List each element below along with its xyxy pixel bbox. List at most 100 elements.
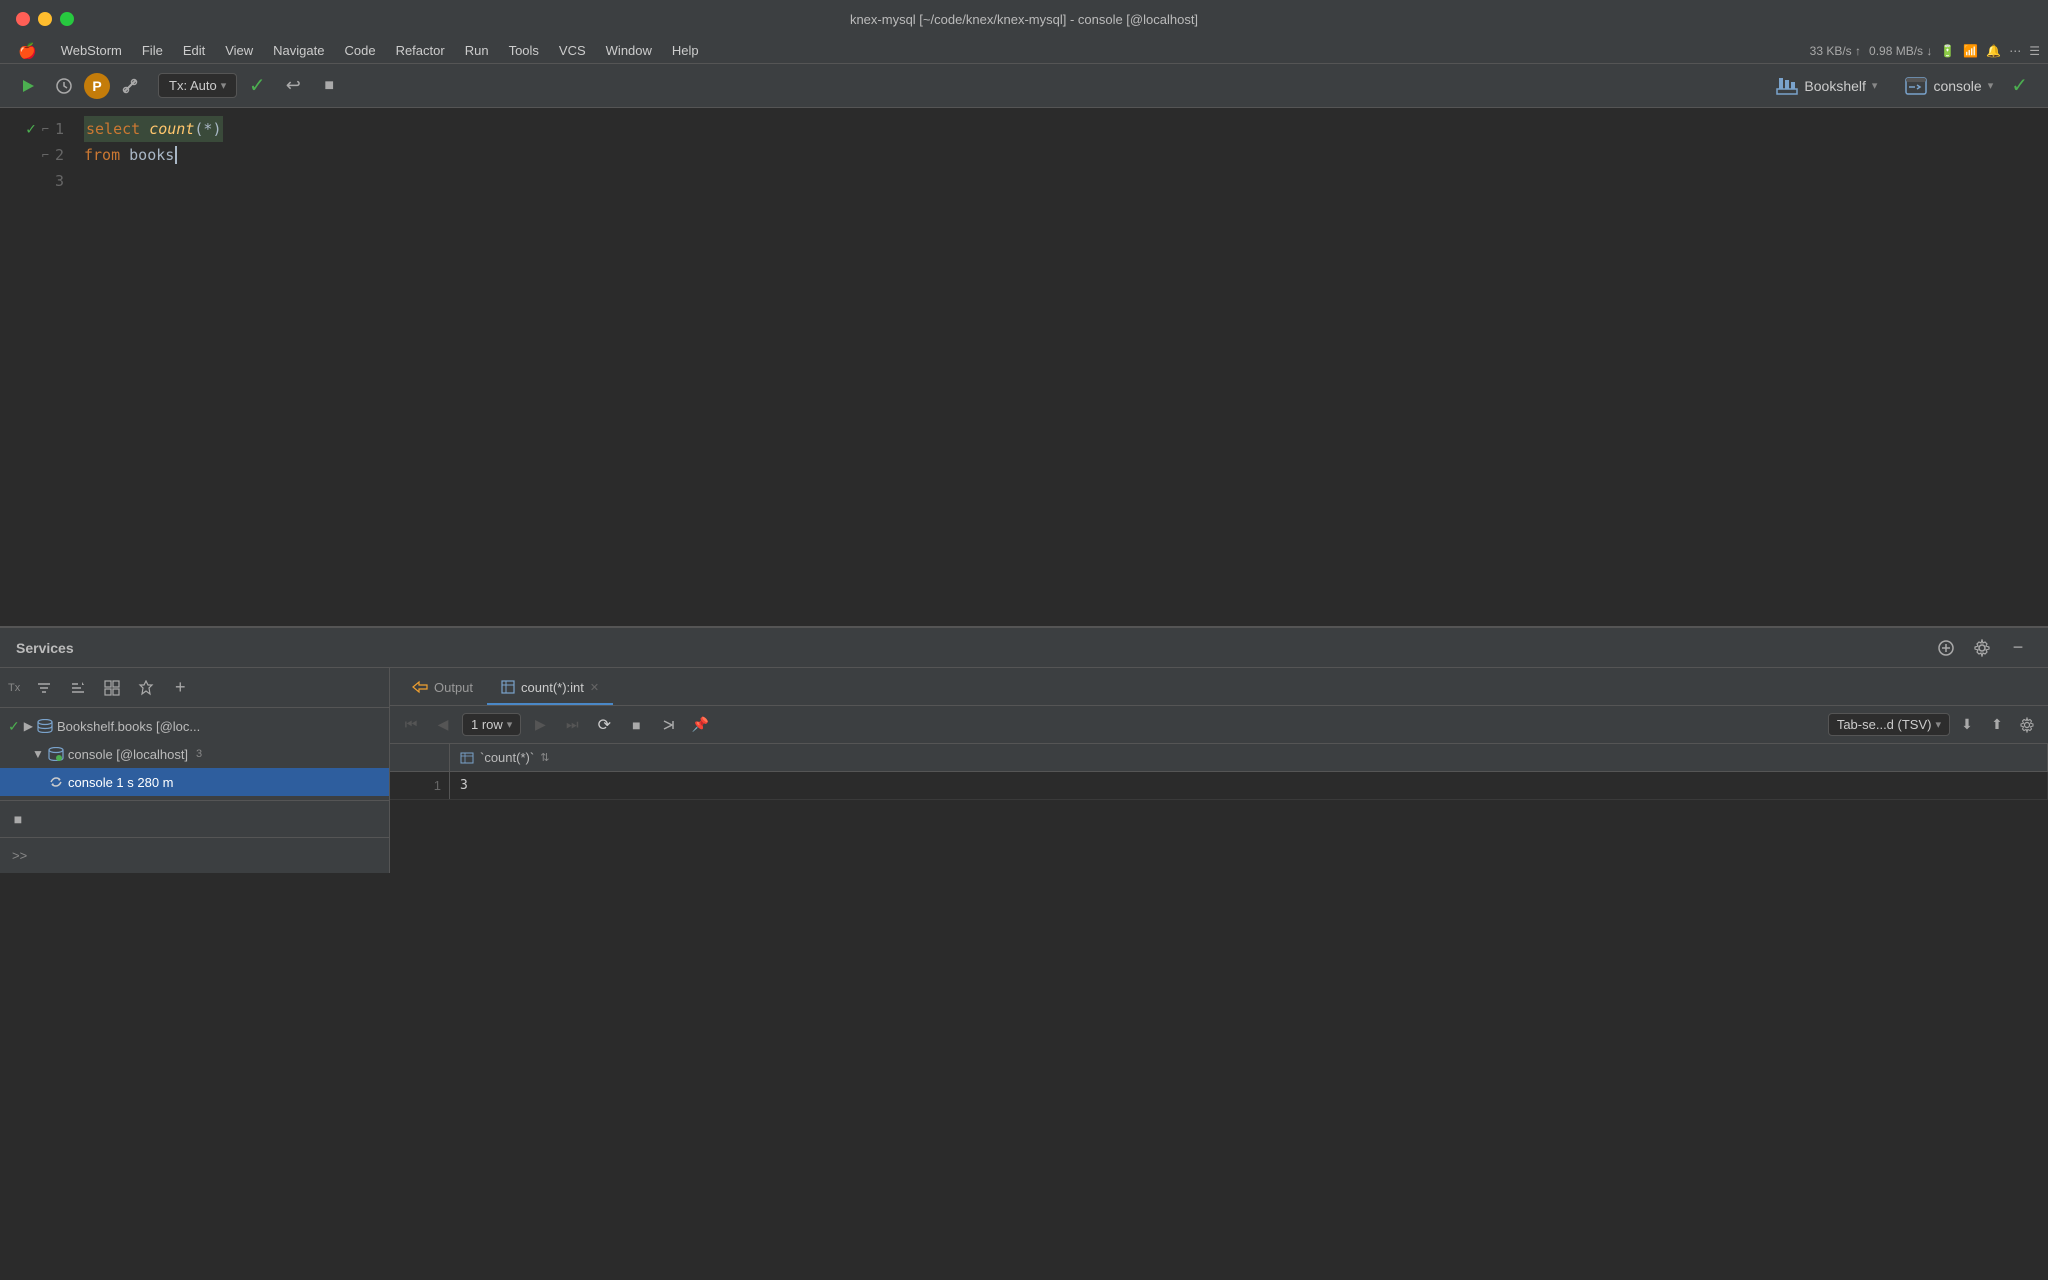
grid-col-count-star[interactable]: `count(*)` ⇅ <box>450 744 2048 771</box>
db-icon <box>37 719 53 733</box>
menu-file[interactable]: File <box>132 41 173 60</box>
stop-button[interactable]: ■ <box>313 70 345 102</box>
menu-refactor[interactable]: Refactor <box>386 41 455 60</box>
code-count-fn: count <box>149 120 194 138</box>
col-sort-icon[interactable]: ⇅ <box>540 751 549 764</box>
col-count-star-label: `count(*)` <box>480 750 534 765</box>
editor-area: ✓ ⌐ 1 ⌐ 2 3 select count(*) from books <box>0 108 2048 628</box>
services-settings-button[interactable] <box>1968 634 1996 662</box>
tree-label-console: console [@localhost] <box>68 747 188 762</box>
int-type-icon <box>460 752 474 764</box>
download-button[interactable]: ⬇ <box>1954 712 1980 738</box>
menu-edit[interactable]: Edit <box>173 41 215 60</box>
line-numbers: ✓ ⌐ 1 ⌐ 2 3 <box>0 108 80 626</box>
menu-view[interactable]: View <box>215 41 263 60</box>
tree-arrow-console[interactable]: ▼ <box>32 747 44 761</box>
output-tab[interactable]: Output <box>398 671 487 705</box>
jump-icon <box>660 717 676 733</box>
tree-label-bookshelf: Bookshelf.books [@loc... <box>57 719 200 734</box>
tree-arrow-bookshelf[interactable]: ▶ <box>24 719 33 733</box>
tx-dropdown[interactable]: Tx: Auto ▾ <box>158 73 237 98</box>
group-button[interactable] <box>98 674 126 702</box>
menu-window[interactable]: Window <box>596 41 662 60</box>
rows-dropdown[interactable]: 1 row ▾ <box>462 713 521 736</box>
filter-icon <box>36 680 52 696</box>
prev-row-button[interactable]: ◀ <box>430 712 456 738</box>
services-left-bottom: ■ <box>0 800 389 837</box>
tsv-dropdown[interactable]: Tab-se...d (TSV) ▾ <box>1828 713 1950 736</box>
next-row-button[interactable]: ▶ <box>527 712 553 738</box>
run-button[interactable] <box>12 70 44 102</box>
tree-item-bookshelf-books[interactable]: ✓ ▶ Bookshelf.books [@loc... <box>0 712 389 740</box>
menu-navigate[interactable]: Navigate <box>263 41 334 60</box>
battery-icon: 🔋 <box>1940 44 1955 58</box>
editor-content[interactable]: select count(*) from books <box>80 108 2048 626</box>
upload-button[interactable]: ⬆ <box>1984 712 2010 738</box>
commit-button[interactable]: P <box>84 73 110 99</box>
code-line-2: from books <box>84 142 2048 168</box>
network-speed: 33 KB/s ↑ <box>1810 44 1861 58</box>
services-title: Services <box>16 640 74 656</box>
code-from-kw: from <box>84 146 129 164</box>
count-int-tab[interactable]: count(*):int ✕ <box>487 671 613 705</box>
tree-item-console[interactable]: ▼ console [@localhost] 3 <box>0 740 389 768</box>
bookshelf-icon <box>1776 77 1798 95</box>
toolbar-right: Bookshelf ▾ console ▾ ✓ <box>1766 73 2036 99</box>
fold-icon-2[interactable]: ⌐ <box>42 142 49 168</box>
history-button[interactable] <box>48 70 80 102</box>
group-icon <box>104 680 120 696</box>
run-icon <box>20 78 36 94</box>
grid-cell-count-1[interactable]: 3 <box>450 772 2048 799</box>
fold-icon-1[interactable]: ⌐ <box>42 116 49 142</box>
last-row-button[interactable]: ⏭ <box>559 712 585 738</box>
grid-row-num-header <box>390 744 450 771</box>
sort-button[interactable] <box>64 674 92 702</box>
tree-label-session: console 1 s 280 m <box>68 775 174 790</box>
console-db-icon <box>48 747 64 761</box>
first-row-button[interactable]: ⏮ <box>398 712 424 738</box>
add-tree-button[interactable]: + <box>166 674 194 702</box>
output-tab-label: Output <box>434 680 473 695</box>
undo-button[interactable]: ↩ <box>277 70 309 102</box>
refresh-button[interactable]: ⟳ <box>591 712 617 738</box>
minimize-button[interactable] <box>38 12 52 26</box>
menu-code[interactable]: Code <box>334 41 385 60</box>
menu-run[interactable]: Run <box>455 41 499 60</box>
commit-check-button[interactable]: ✓ <box>241 70 273 102</box>
count-int-tab-close[interactable]: ✕ <box>590 681 599 694</box>
code-paren-close: ) <box>212 120 221 138</box>
pin-button[interactable] <box>132 674 160 702</box>
menu-tools[interactable]: Tools <box>499 41 549 60</box>
code-line-1: select count(*) <box>84 116 2048 142</box>
filter-button[interactable] <box>30 674 58 702</box>
jump-to-row-button[interactable] <box>655 712 681 738</box>
console-icon <box>1905 77 1927 95</box>
tree-item-console-session[interactable]: console 1 s 280 m <box>0 768 389 796</box>
apple-menu[interactable]: 🍎 <box>8 40 47 62</box>
services-toolbar: Tx <box>0 668 389 708</box>
traffic-lights <box>16 12 74 26</box>
services-header: Services − <box>0 628 2048 668</box>
grid-header: `count(*)` ⇅ <box>390 744 2048 772</box>
bookshelf-button[interactable]: Bookshelf ▾ <box>1766 73 1887 99</box>
data-settings-button[interactable] <box>2014 712 2040 738</box>
menu-help[interactable]: Help <box>662 41 709 60</box>
pin-icon <box>138 680 154 696</box>
settings-wrench-button[interactable] <box>114 70 146 102</box>
console-button[interactable]: console ▾ <box>1895 73 2003 99</box>
close-button[interactable] <box>16 12 30 26</box>
stop-service-button[interactable]: ■ <box>8 809 28 829</box>
add-service-button[interactable] <box>1932 634 1960 662</box>
pin-data-button[interactable]: 📌 <box>687 712 713 738</box>
stop-data-button[interactable]: ■ <box>623 712 649 738</box>
services-minimize-button[interactable]: − <box>2004 634 2032 662</box>
expand-button[interactable]: >> <box>12 848 27 863</box>
console-dropdown-arrow: ▾ <box>1988 79 1994 92</box>
code-select-kw: select <box>86 120 149 138</box>
grid-data-row-1[interactable]: 1 3 <box>390 772 2048 800</box>
maximize-button[interactable] <box>60 12 74 26</box>
data-toolbar-right: Tab-se...d (TSV) ▾ ⬇ ⬆ <box>1828 712 2040 738</box>
menu-webstorm[interactable]: WebStorm <box>51 41 132 60</box>
menu-vcs[interactable]: VCS <box>549 41 596 60</box>
sort-icon <box>70 680 86 696</box>
